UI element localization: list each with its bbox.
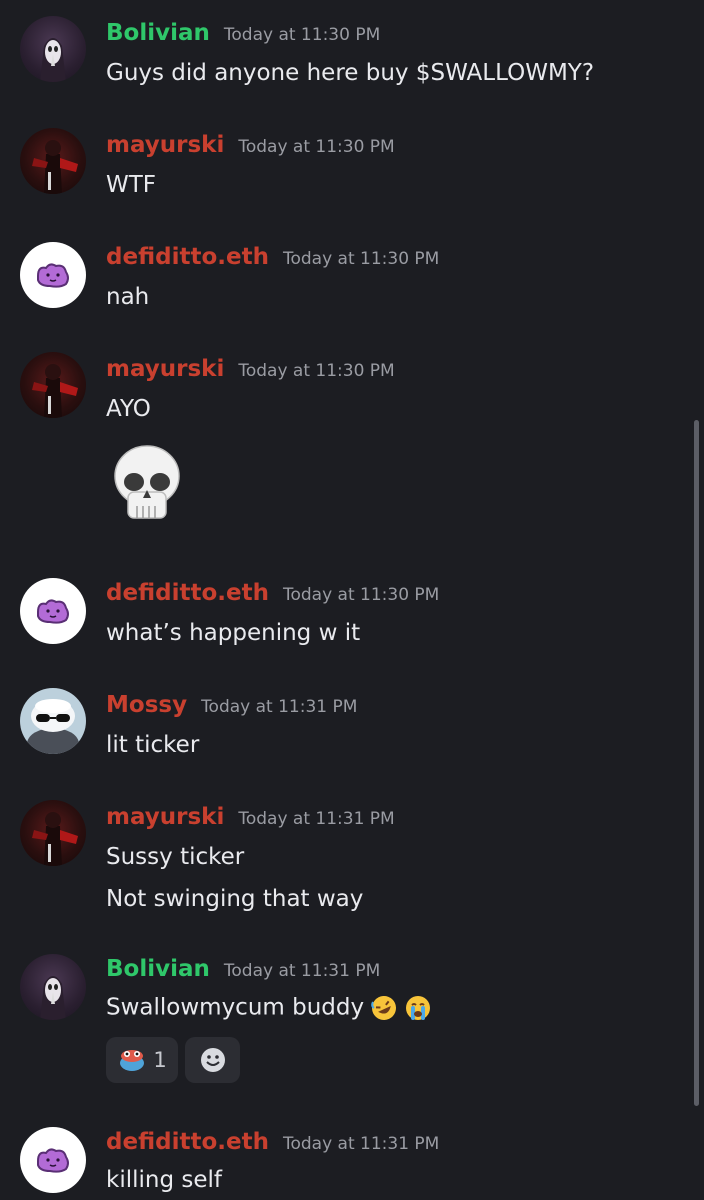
timestamp: Today at 11:30 PM [223, 25, 381, 45]
avatar[interactable] [20, 578, 86, 644]
frog-reaction-icon [120, 1050, 145, 1071]
message-text: WTF [106, 172, 157, 198]
timestamp: Today at 11:30 PM [238, 137, 395, 157]
username[interactable]: mayurski Today at 11:30 PM [106, 356, 395, 382]
smiley-add-reaction-icon [200, 1048, 225, 1072]
username[interactable]: mayurski Today at 11:31 PM [106, 804, 395, 830]
avatar[interactable] [20, 128, 86, 194]
timestamp: Today at 11:30 PM [282, 249, 440, 269]
username[interactable]: defiditto.eth Today at 11:31 PM [106, 1129, 439, 1155]
message-text: Not swinging that way [106, 886, 364, 912]
sob-emoji [406, 996, 431, 1020]
message-text: Sussy ticker [106, 844, 245, 870]
add-reaction-button[interactable] [185, 1037, 240, 1083]
reaction-count: 1 [153, 1048, 167, 1072]
message-text: killing self [106, 1167, 222, 1193]
message-text: lit ticker [106, 732, 200, 758]
username[interactable]: mayurski Today at 11:30 PM [106, 132, 395, 158]
message-text: Swallowmycum buddy [106, 994, 432, 1022]
timestamp: Today at 11:31 PM [223, 961, 381, 981]
username[interactable]: defiditto.eth Today at 11:30 PM [106, 244, 439, 270]
message-text: what’s happening w it [106, 620, 361, 646]
message-text: nah [106, 284, 150, 310]
avatar[interactable] [20, 688, 86, 754]
message-text: AYO [106, 396, 151, 422]
avatar[interactable] [20, 242, 86, 308]
timestamp: Today at 11:30 PM [282, 585, 440, 605]
avatar[interactable] [20, 954, 86, 1020]
avatar[interactable] [20, 16, 86, 82]
username[interactable]: Mossy Today at 11:31 PM [106, 692, 357, 718]
timestamp: Today at 11:30 PM [238, 361, 395, 381]
username[interactable]: Bolivian Today at 11:31 PM [106, 956, 380, 982]
rofl-emoji [371, 996, 397, 1020]
scrollbar[interactable] [694, 420, 699, 1106]
username[interactable]: Bolivian Today at 11:30 PM [106, 20, 380, 46]
avatar[interactable] [20, 800, 86, 866]
username[interactable]: defiditto.eth Today at 11:30 PM [106, 580, 439, 606]
skull-emoji [114, 445, 180, 519]
message-text-content: Swallowmycum buddy [106, 994, 365, 1021]
timestamp: Today at 11:31 PM [238, 809, 395, 829]
reaction-chip[interactable]: 1 [106, 1037, 178, 1083]
timestamp: Today at 11:31 PM [282, 1134, 440, 1154]
avatar[interactable] [20, 352, 86, 418]
message-text: Guys did anyone here buy $SWALLOWMY? [106, 60, 595, 86]
timestamp: Today at 11:31 PM [201, 697, 358, 717]
avatar[interactable] [20, 1127, 86, 1193]
